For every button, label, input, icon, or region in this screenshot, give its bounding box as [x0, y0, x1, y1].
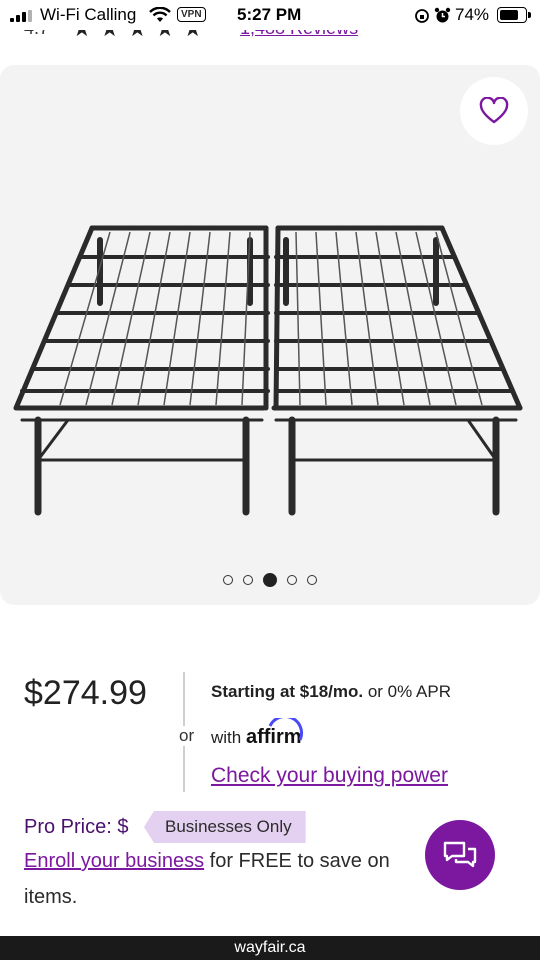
- product-image-gallery[interactable]: [0, 65, 540, 605]
- product-price: $274.99: [24, 674, 147, 712]
- chat-button[interactable]: [425, 820, 495, 890]
- businesses-only-tag: Businesses Only: [144, 811, 306, 843]
- alarm-icon: [434, 7, 451, 23]
- cell-signal-icon: [10, 10, 34, 22]
- gallery-dot[interactable]: [307, 575, 317, 585]
- affirm-line: with affirm: [211, 718, 304, 749]
- clock: 5:27 PM: [237, 5, 302, 24]
- wifi-icon: [149, 7, 171, 22]
- screen-lock-icon: [415, 9, 429, 23]
- monthly-price: Starting at $18/mo.: [211, 682, 364, 701]
- chat-icon: [443, 841, 477, 868]
- gallery-dot[interactable]: [287, 575, 297, 585]
- status-bar: Wi-Fi Calling VPN 5:27 PM 74%: [0, 0, 540, 30]
- check-buying-power-link[interactable]: Check your buying power: [211, 764, 448, 788]
- gallery-dot[interactable]: [223, 575, 233, 585]
- affirm-logo: affirm: [246, 718, 304, 748]
- affirm-arc-icon: [268, 718, 304, 741]
- battery-percent: 74%: [455, 5, 490, 24]
- carrier-label: Wi-Fi Calling: [40, 5, 137, 24]
- or-label: or: [176, 726, 198, 746]
- browser-url-bar[interactable]: wayfair.ca: [0, 936, 540, 960]
- financing-info: Starting at $18/mo. or 0% APR: [211, 682, 451, 702]
- bed-frame-image: [13, 225, 523, 516]
- with-label: with: [211, 728, 242, 747]
- items-text: items.: [24, 886, 78, 908]
- gallery-dot-active[interactable]: [263, 573, 277, 587]
- favorite-button[interactable]: [460, 77, 528, 145]
- enroll-business-link[interactable]: Enroll your business: [24, 850, 204, 872]
- heart-icon: [479, 97, 509, 124]
- pro-price-label: Pro Price: $: [24, 816, 129, 838]
- apr-text: or 0% APR: [367, 682, 451, 701]
- enroll-text: for FREE to save on: [209, 850, 390, 872]
- gallery-dot[interactable]: [243, 575, 253, 585]
- enroll-line: Enroll your business for FREE to save on…: [24, 850, 445, 873]
- vpn-badge: VPN: [177, 7, 206, 22]
- gallery-pagination: [0, 573, 540, 587]
- battery-icon: [497, 7, 531, 23]
